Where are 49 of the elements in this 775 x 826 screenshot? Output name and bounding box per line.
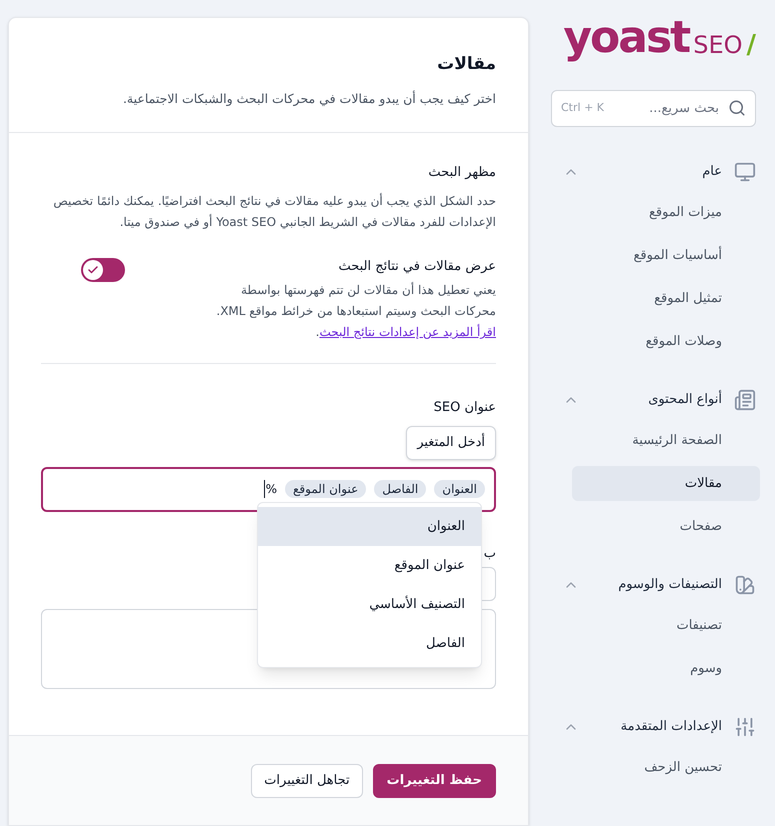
logo-slash: /	[746, 30, 756, 60]
group-icon	[734, 716, 756, 738]
dropdown-option[interactable]: التصنيف الأساسي	[258, 584, 481, 624]
nav-item[interactable]: الصفحة الرئيسية	[572, 423, 760, 458]
nav-group-header[interactable]: التصنيفات والوسوم	[547, 570, 760, 600]
nav-item[interactable]: تمثيل الموقع	[572, 281, 760, 316]
toggle-switch[interactable]	[81, 258, 125, 282]
toggle-description: يعني تعطيل هذا أن مقالات لن تتم فهرستها بواسطة محركات البحث وسيتم استبعادها من خرائط مواقع XML. اقرأ المزيد عن إعدادات نتائج البحث.	[215, 281, 496, 342]
dropdown-option[interactable]: الفاصل	[258, 624, 481, 663]
check-icon	[87, 264, 99, 276]
nav-group-header[interactable]: الإعدادات المتقدمة	[547, 712, 760, 742]
dropdown-option[interactable]: العنوان	[258, 506, 481, 546]
group-icon	[734, 574, 756, 596]
nav-item[interactable]: مقالات	[572, 466, 760, 501]
section-heading: مظهر البحث	[427, 164, 496, 182]
group-icon	[734, 161, 756, 183]
field-label: ب	[484, 544, 496, 563]
search-icon	[728, 99, 746, 117]
nav-item[interactable]: تحسين الزحف	[572, 750, 760, 785]
nav-item[interactable]: تصنيفات	[572, 608, 760, 643]
nav-group-header[interactable]: أنواع المحتوى	[547, 385, 760, 415]
nav-item[interactable]: وصلات الموقع	[572, 324, 760, 359]
shortcut-hint: Ctrl + K	[561, 101, 604, 115]
nav-group-header[interactable]: عام	[547, 157, 760, 187]
discard-button[interactable]: تجاهل التغييرات	[251, 764, 363, 798]
section-description: حدد الشكل الذي يجب أن يبدو عليه مقالات في نتائج البحث افتراضيًا. يمكنك دائمًا تخصيص الإعدادات للفرد مقالات في الشريط الجانبي Yoast SEO أو في صندوق ميتا.	[52, 192, 496, 231]
typed-text: %	[264, 480, 278, 498]
page-title: مقالات	[436, 53, 496, 76]
nav-item[interactable]: أساسيات الموقع	[572, 238, 760, 273]
toggle-label: عرض مقالات في نتائج البحث	[337, 258, 496, 276]
variable-chip: العنوان	[434, 480, 485, 498]
variable-chip: الفاصل	[374, 480, 426, 498]
insert-variable-button[interactable]: أدخل المتغير	[406, 426, 496, 460]
group-label: عام	[701, 163, 722, 182]
learn-more-link[interactable]: اقرأ المزيد عن إعدادات نتائج البحث	[319, 325, 496, 340]
logo-wordmark: yoast	[563, 16, 690, 60]
nav-item[interactable]: صفحات	[572, 509, 760, 544]
page-description: اختر كيف يجب أن يبدو مقالات في محركات البحث والشبكات الاجتماعية.	[122, 90, 496, 108]
group-label: أنواع المحتوى	[647, 390, 722, 410]
group-label: التصنيفات والوسوم	[617, 576, 722, 594]
field-label: عنوان SEO	[434, 399, 496, 418]
group-label: الإعدادات المتقدمة	[620, 718, 722, 736]
logo-product: SEO	[693, 30, 742, 60]
group-icon	[734, 389, 756, 411]
nav-item[interactable]: وسوم	[572, 651, 760, 686]
dropdown-option[interactable]: عنوان الموقع	[258, 546, 481, 585]
variable-chip: عنوان الموقع	[285, 480, 366, 498]
save-button[interactable]: حفظ التغييرات	[372, 764, 496, 798]
nav-item[interactable]: ميزات الموقع	[572, 195, 760, 230]
